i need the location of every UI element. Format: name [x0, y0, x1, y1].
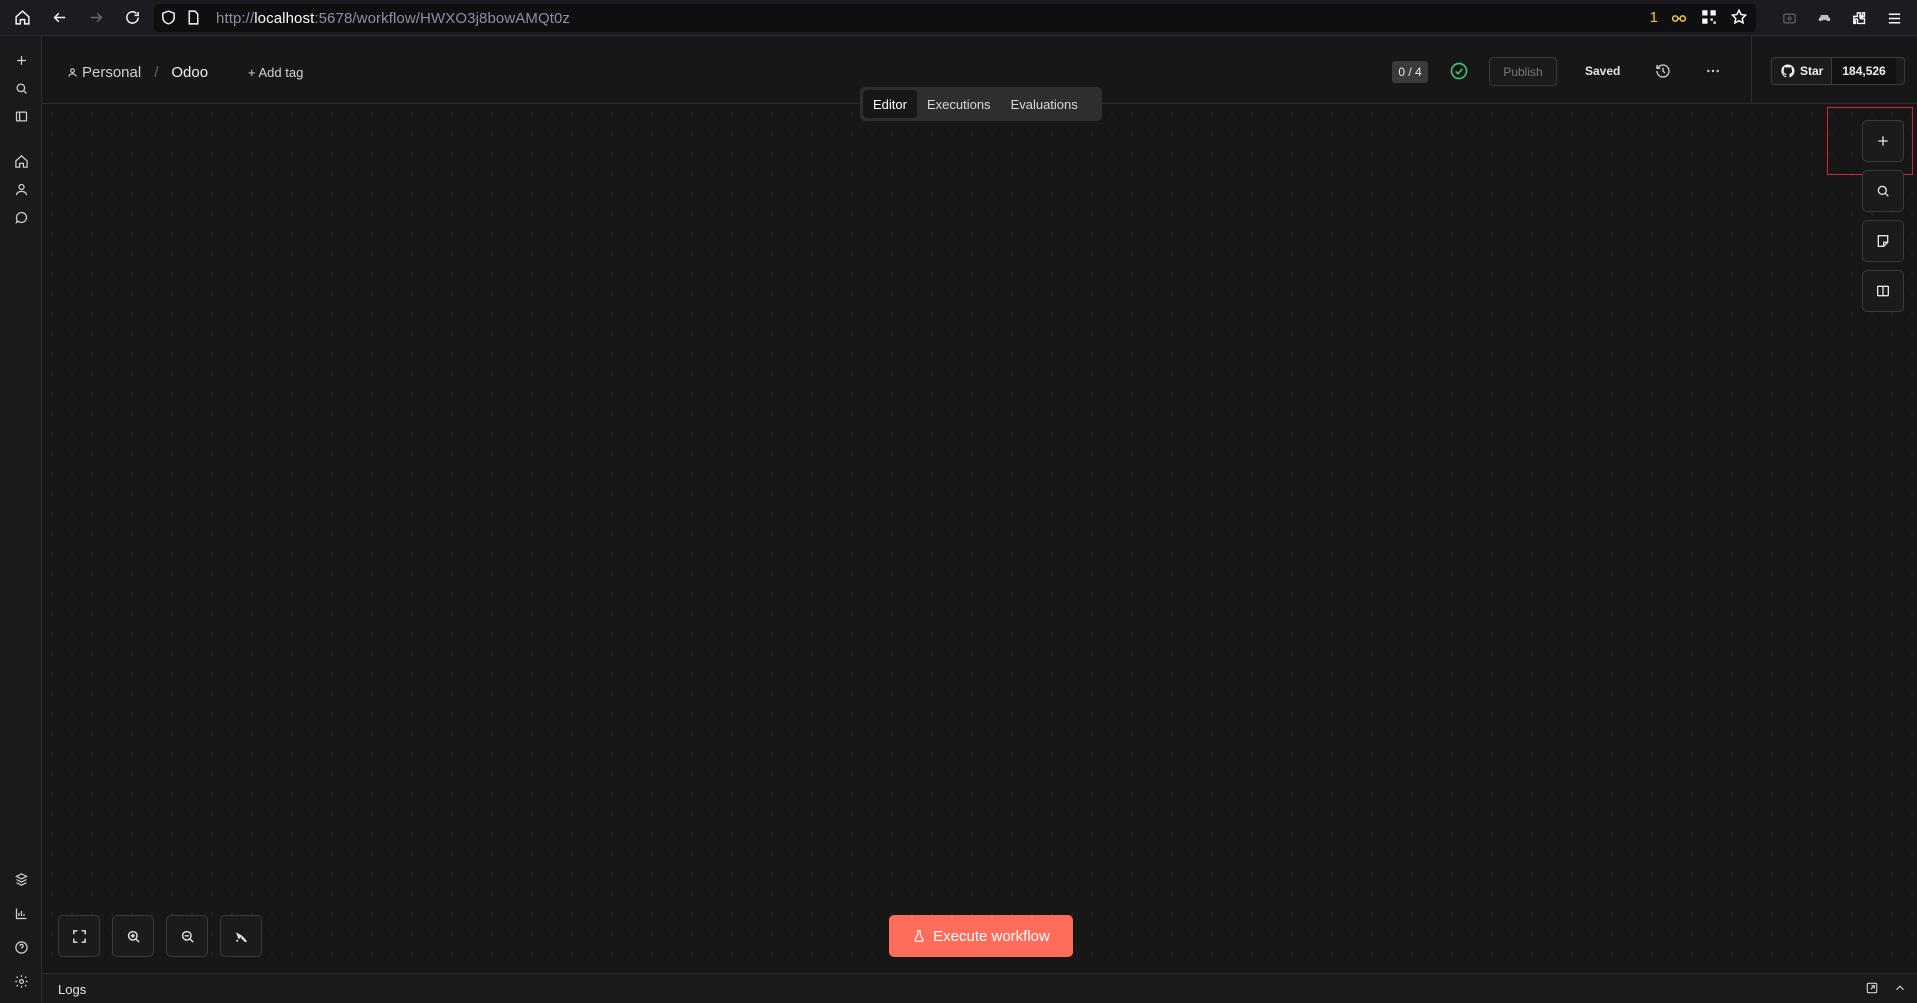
- tab-editor[interactable]: Editor: [863, 90, 917, 118]
- more-options-icon[interactable]: [1704, 63, 1722, 79]
- history-icon[interactable]: [1655, 63, 1671, 79]
- fit-view-button[interactable]: [58, 915, 100, 957]
- arrow-right-icon: [90, 12, 103, 23]
- zoom-in-icon: [127, 930, 140, 943]
- search-icon: [1877, 185, 1889, 197]
- zoom-in-button[interactable]: [112, 915, 154, 957]
- github-star-button[interactable]: Star 184,526: [1771, 57, 1905, 85]
- popout-icon[interactable]: [1865, 981, 1879, 995]
- broom-icon: [235, 931, 247, 942]
- search-nodes-button[interactable]: [1862, 170, 1904, 212]
- templates-icon: [14, 872, 28, 886]
- extension-badge-count: 1: [1649, 8, 1658, 26]
- github-star-count[interactable]: 184,526: [1832, 58, 1896, 84]
- execute-workflow-button[interactable]: Execute workflow: [889, 915, 1073, 957]
- flask-icon: [914, 930, 924, 942]
- reload-icon: [126, 11, 139, 24]
- execute-workflow-label: Execute workflow: [933, 927, 1050, 945]
- add-node-button[interactable]: [1862, 120, 1904, 162]
- sidebar-item-personal[interactable]: [10, 178, 32, 200]
- search-icon: [16, 83, 27, 94]
- menu-icon[interactable]: [1886, 10, 1903, 27]
- sidebar-item-insights[interactable]: [10, 902, 32, 924]
- sticky-note-icon: [1877, 235, 1889, 247]
- help-icon: [14, 940, 28, 954]
- shield-icon[interactable]: [160, 9, 177, 26]
- view-tabs: Editor Executions Evaluations: [860, 87, 1102, 121]
- check-circle-icon[interactable]: [1449, 61, 1469, 81]
- sidebar-item-chat[interactable]: [10, 206, 32, 228]
- chat-icon: [14, 211, 27, 224]
- toggle-sidebar-button[interactable]: [10, 105, 32, 127]
- breadcrumb-separator: /: [154, 64, 159, 81]
- logs-label: Logs: [58, 982, 87, 997]
- github-star-label-part[interactable]: Star: [1772, 58, 1833, 84]
- bar-chart-icon: [15, 908, 26, 919]
- browser-back-button[interactable]: [41, 0, 78, 36]
- fullscreen-icon: [72, 929, 86, 943]
- plus-icon: [16, 55, 26, 65]
- workflow-name[interactable]: Odoo: [171, 64, 208, 81]
- chevron-up-icon[interactable]: [1893, 981, 1907, 995]
- publish-button[interactable]: Publish: [1489, 57, 1557, 86]
- private-mask-icon[interactable]: [1816, 10, 1833, 27]
- header-divider: [1751, 36, 1752, 104]
- arrow-left-icon: [53, 12, 66, 23]
- panel-right-icon: [1877, 285, 1889, 297]
- user-icon: [68, 68, 77, 77]
- workflow-counter[interactable]: 0 / 4: [1392, 61, 1428, 83]
- zoom-out-button[interactable]: [166, 915, 208, 957]
- plus-icon: [1878, 136, 1888, 146]
- browser-reload-button[interactable]: [114, 0, 151, 36]
- extensions-icon[interactable]: [1851, 10, 1868, 27]
- github-icon: [1781, 64, 1795, 78]
- tidy-up-button[interactable]: [220, 915, 262, 957]
- panel-left-icon: [15, 111, 27, 121]
- browser-toolbar: http://localhost:5678/workflow/HWXO3j8bo…: [0, 0, 1917, 36]
- breadcrumb-project[interactable]: Personal: [67, 64, 141, 81]
- project-name: Personal: [82, 64, 142, 81]
- gear-icon: [14, 974, 28, 988]
- url-text: http://localhost:5678/workflow/HWXO3j8bo…: [216, 9, 571, 27]
- sidebar-item-help[interactable]: [10, 936, 32, 958]
- qr-icon[interactable]: [1700, 8, 1718, 26]
- address-bar[interactable]: http://localhost:5678/workflow/HWXO3j8bo…: [154, 4, 1756, 32]
- zoom-out-icon: [181, 930, 194, 943]
- add-sticky-note-button[interactable]: [1862, 220, 1904, 262]
- create-button[interactable]: [10, 49, 32, 71]
- workflow-canvas[interactable]: [42, 104, 1917, 973]
- breadcrumb: Personal / Odoo: [67, 64, 208, 81]
- home-icon: [15, 10, 30, 25]
- tab-evaluations[interactable]: Evaluations: [1001, 90, 1088, 118]
- user-icon: [15, 183, 27, 195]
- tab-executions[interactable]: Executions: [917, 90, 1001, 118]
- add-tag-button[interactable]: + Add tag: [248, 65, 303, 80]
- main-sidebar: [0, 36, 42, 1003]
- home-icon: [14, 154, 28, 168]
- star-bookmark-icon[interactable]: [1730, 8, 1748, 26]
- browser-forward-button[interactable]: [78, 0, 115, 36]
- sidebar-item-templates[interactable]: [10, 868, 32, 890]
- saved-status: Saved: [1585, 64, 1621, 78]
- github-star-label: Star: [1800, 64, 1824, 78]
- browser-home-button[interactable]: [4, 0, 41, 36]
- screenshot-icon[interactable]: [1781, 10, 1798, 27]
- page-icon[interactable]: [185, 9, 202, 26]
- sidebar-item-overview[interactable]: [10, 150, 32, 172]
- toggle-panel-button[interactable]: [1862, 270, 1904, 312]
- search-button[interactable]: [10, 77, 32, 99]
- sidebar-item-settings[interactable]: [10, 970, 32, 992]
- logs-bar[interactable]: Logs: [42, 973, 1917, 1003]
- glasses-icon[interactable]: [1670, 8, 1688, 26]
